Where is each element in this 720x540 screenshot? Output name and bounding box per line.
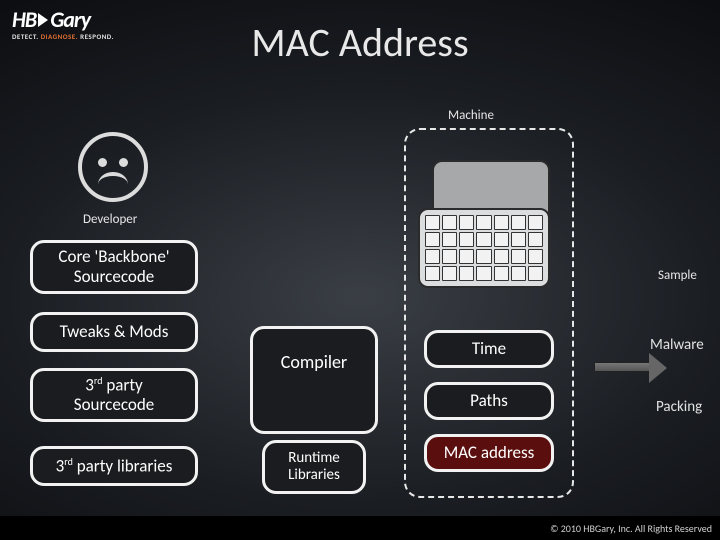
packing-label: Packing: [656, 398, 702, 416]
third-lib-text: 3rd party libraries: [56, 456, 173, 476]
box-third-party-libraries: 3rd party libraries: [30, 446, 198, 486]
box-runtime-libraries: Runtime Libraries: [262, 440, 366, 494]
copyright-text: © 2010 HBGary, Inc. All Rights Reserved: [550, 522, 712, 535]
paths-text: Paths: [470, 391, 508, 411]
runtime-text: Runtime Libraries: [271, 450, 357, 485]
box-mac-address: MAC address: [424, 434, 554, 472]
box-compiler: Compiler: [250, 326, 378, 434]
box-paths: Paths: [424, 382, 554, 420]
box-core-text: Core 'Backbone' Sourcecode: [39, 247, 189, 286]
slide-title: MAC Address: [0, 18, 720, 67]
keyboard-front-icon: [418, 208, 550, 288]
third-src-line1: 3rd party: [85, 375, 142, 395]
malware-label: Malware: [650, 336, 704, 354]
sample-label: Sample: [658, 268, 697, 283]
arrow-icon: [594, 362, 650, 372]
box-third-party-source: 3rd party Sourcecode: [30, 368, 198, 422]
mac-text: MAC address: [444, 443, 535, 463]
time-text: Time: [472, 339, 506, 359]
box-tweaks-text: Tweaks & Mods: [60, 322, 169, 342]
box-tweaks-mods: Tweaks & Mods: [30, 312, 198, 352]
box-time: Time: [424, 330, 554, 368]
machine-label: Machine: [448, 108, 494, 123]
developer-label: Developer: [83, 212, 137, 227]
compiler-text: Compiler: [281, 351, 347, 373]
sad-face-icon: [78, 132, 148, 202]
footer: © 2010 HBGary, Inc. All Rights Reserved: [0, 516, 720, 540]
box-core-sourcecode: Core 'Backbone' Sourcecode: [30, 240, 198, 294]
third-src-line2: Sourcecode: [74, 395, 154, 415]
